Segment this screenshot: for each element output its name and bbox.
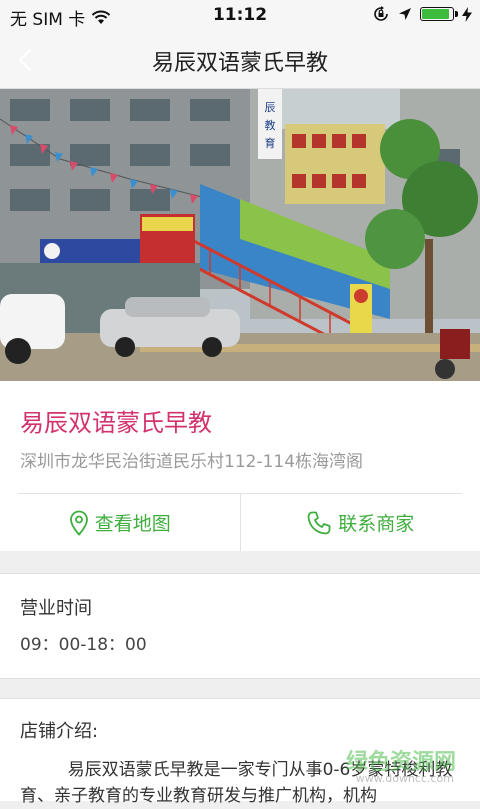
status-right (372, 5, 472, 23)
map-pin-icon (69, 510, 89, 536)
battery-tip (455, 11, 458, 17)
svg-text:育: 育 (265, 136, 276, 150)
watermark-url: www.downcc.com (356, 772, 454, 785)
storefront-illustration: 辰 教 育 (0, 89, 480, 381)
page-title: 易辰双语蒙氏早教 (0, 45, 480, 77)
navigation-bar: 易辰双语蒙氏早教 (0, 32, 480, 89)
status-bar: 无 SIM 卡 11:12 (0, 0, 480, 32)
charging-icon (462, 7, 472, 22)
shop-name: 易辰双语蒙氏早教 (20, 403, 212, 438)
view-map-button[interactable]: 查看地图 (0, 494, 240, 551)
view-map-label: 查看地图 (95, 509, 171, 536)
shop-address: 深圳市龙华民治街道民乐村112-114栋海湾阁 (20, 447, 363, 472)
business-hours-section: 营业时间 09：00-18：00 (0, 573, 480, 679)
orientation-lock-icon (372, 5, 390, 23)
business-hours-title: 营业时间 (20, 594, 92, 620)
business-hours-value: 09：00-18：00 (20, 630, 147, 655)
action-row: 查看地图 联系商家 (0, 494, 480, 551)
shop-info-card: 易辰双语蒙氏早教 深圳市龙华民治街道民乐村112-114栋海湾阁 查看地图 联系… (0, 381, 480, 551)
svg-text:辰: 辰 (265, 101, 276, 114)
location-arrow-icon (398, 7, 412, 21)
shop-intro-title: 店铺介绍: (20, 717, 98, 743)
svg-text:教: 教 (265, 119, 276, 132)
battery-level-fill (422, 9, 449, 19)
storefront-photo: 辰 教 育 (0, 89, 480, 381)
contact-merchant-button[interactable]: 联系商家 (241, 494, 480, 551)
contact-merchant-label: 联系商家 (338, 509, 414, 536)
phone-icon (306, 510, 332, 536)
battery-icon (420, 7, 454, 21)
